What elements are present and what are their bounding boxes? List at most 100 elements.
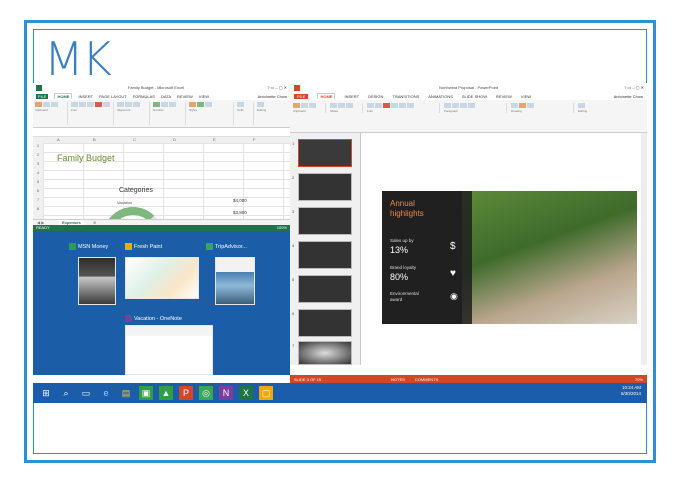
excel-tab-insert[interactable]: INSERT — [78, 94, 93, 99]
msn-money-thumbnail[interactable] — [78, 257, 116, 305]
excel-taskbar-icon[interactable]: X — [239, 386, 253, 400]
slide-thumbnail[interactable] — [298, 241, 352, 269]
excel-tab-file[interactable]: FILE — [36, 93, 49, 99]
excel-user[interactable]: Antoinette Chow — [258, 94, 287, 99]
excel-status-text: READY — [36, 225, 50, 230]
excel-tab-formulas[interactable]: FORMULAS — [133, 94, 155, 99]
fresh-paint-thumbnail[interactable] — [125, 257, 199, 299]
slide-thumbnail[interactable] — [298, 139, 352, 167]
ppt-group-editing: Editing — [578, 103, 600, 113]
search-icon[interactable]: ⌕ — [59, 386, 73, 400]
msn-money-taskbar-icon[interactable]: ▲ — [159, 386, 173, 400]
excel-zoom[interactable]: 100% — [277, 225, 287, 230]
slide-title: Annual highlights — [390, 199, 424, 218]
excel-tab-data[interactable]: DATA — [161, 94, 171, 99]
slide-editor[interactable]: Annual highlights Sales up by 13% $ Bran… — [370, 133, 642, 365]
comments-button[interactable]: COMMENTS — [415, 377, 438, 382]
ppt-ribbon-tabs: FILE HOME INSERT DESIGN TRANSITIONS ANIM… — [290, 92, 647, 100]
excel-group-styles: Styles — [189, 102, 234, 125]
fresh-paint-icon — [125, 243, 132, 250]
tripadvisor-icon — [206, 243, 213, 250]
stat-value: 80% — [390, 272, 409, 282]
internet-explorer-icon[interactable]: e — [99, 386, 113, 400]
ppt-tab-view[interactable]: VIEW — [521, 94, 531, 99]
ppt-app-icon — [294, 84, 300, 91]
excel-group-cells: Cells — [237, 102, 254, 125]
tripadvisor-taskbar-icon[interactable]: ◎ — [199, 386, 213, 400]
ppt-ribbon: Clipboard Slides Font Paragraph Drawing … — [290, 100, 647, 133]
slide-thumbnail[interactable] — [298, 207, 352, 235]
ppt-group-font: Font — [367, 103, 440, 113]
slide-thumbnail[interactable] — [298, 173, 352, 201]
excel-tab-home[interactable]: HOME — [54, 93, 73, 99]
ppt-group-slides: Slides — [330, 103, 363, 113]
ppt-tab-animations[interactable]: ANIMATIONS — [428, 94, 453, 99]
task-view: MSN Money Fresh Paint TripAdvisor... Vac… — [33, 231, 290, 375]
slide-photo — [462, 191, 637, 324]
excel-app-icon — [36, 84, 42, 91]
fresh-paint-taskbar-icon[interactable]: ▢ — [259, 386, 273, 400]
current-slide[interactable]: Annual highlights Sales up by 13% $ Bran… — [382, 191, 637, 324]
mk-logo: MK — [44, 32, 112, 86]
app-label-tripadvisor[interactable]: TripAdvisor... — [206, 243, 247, 250]
dollar-icon: $ — [450, 241, 456, 252]
excel-tab-view[interactable]: VIEW — [199, 94, 209, 99]
excel-tab-review[interactable]: REVIEW — [177, 94, 193, 99]
excel-group-font: Font — [71, 102, 114, 125]
msn-money-icon — [69, 243, 76, 250]
app-label-msn-money[interactable]: MSN Money — [69, 243, 108, 250]
tripadvisor-thumbnail[interactable] — [215, 257, 255, 305]
ppt-tab-file[interactable]: FILE — [294, 93, 309, 99]
notes-button[interactable]: NOTES — [391, 377, 405, 382]
taskbar: ⊞ ⌕ ▭ e ▤ ▣ ▲ P ◎ N X ▢ 10:24 AM 6/30/20… — [33, 383, 647, 403]
amount-cell[interactable]: $4,000 — [233, 198, 247, 203]
slide-thumbnail-pane[interactable]: 1 2 3 4 5 6 7 — [290, 133, 361, 365]
ppt-group-clipboard: Clipboard — [293, 103, 326, 113]
app-label-fresh-paint[interactable]: Fresh Paint — [125, 243, 162, 250]
excel-group-number: Number — [153, 102, 186, 125]
amount-cell[interactable]: $3,800 — [233, 210, 247, 215]
app-label-onenote[interactable]: Vacation - OneNote — [125, 315, 182, 322]
ppt-tab-insert[interactable]: INSERT — [344, 94, 359, 99]
onenote-icon — [125, 315, 132, 322]
slide-thumbnail[interactable] — [298, 275, 352, 303]
ppt-tab-design[interactable]: DESIGN — [368, 94, 383, 99]
heart-icon: ♥ — [450, 268, 456, 279]
slide-counter: SLIDE 3 OF 15 — [294, 376, 322, 382]
ppt-tab-slide-show[interactable]: SLIDE SHOW — [462, 94, 487, 99]
excel-group-editing: Editing — [257, 102, 273, 125]
chart-item-label: Vacation — [117, 200, 133, 205]
ppt-tab-home[interactable]: HOME — [317, 93, 336, 99]
window-controls-icon[interactable]: ? ▭ – ▢ ✕ — [624, 85, 644, 90]
slide-thumbnail[interactable] — [298, 341, 352, 365]
ppt-title: Northwind Proposal - PowerPoint — [439, 85, 498, 90]
stat-label: Sales up by — [390, 238, 414, 243]
excel-tab-page-layout[interactable]: PAGE LAYOUT — [99, 94, 127, 99]
powerpoint-taskbar-icon[interactable]: P — [179, 386, 193, 400]
ppt-zoom[interactable]: 70% — [635, 377, 643, 382]
ppt-tab-transitions[interactable]: TRANSITIONS — [392, 94, 419, 99]
excel-group-alignment: Alignment — [117, 102, 150, 125]
ppt-user[interactable]: Antoinette Chow — [614, 94, 643, 99]
stat-label: award — [390, 297, 403, 302]
slide-thumbnail[interactable] — [298, 309, 352, 337]
formula-bar[interactable] — [33, 128, 290, 137]
ppt-tab-review[interactable]: REVIEW — [496, 94, 512, 99]
windows-start-icon[interactable]: ⊞ — [39, 386, 53, 400]
chart-title: Categories — [119, 187, 153, 194]
store-icon[interactable]: ▣ — [139, 386, 153, 400]
stat-value: 13% — [390, 245, 409, 255]
task-view-icon[interactable]: ▭ — [79, 386, 93, 400]
system-tray[interactable]: 10:24 AM 6/30/2014 — [621, 385, 641, 397]
ppt-status-bar: SLIDE 3 OF 15 NOTES COMMENTS 70% — [290, 375, 647, 383]
ppt-titlebar: Northwind Proposal - PowerPoint ? ▭ – ▢ … — [290, 83, 647, 92]
vertical-scrollbar[interactable] — [641, 133, 647, 365]
window-controls-icon[interactable]: ? ▭ – ▢ ✕ — [267, 85, 287, 90]
onenote-thumbnail[interactable] — [125, 325, 213, 375]
ppt-group-drawing: Drawing — [511, 103, 574, 113]
file-explorer-icon[interactable]: ▤ — [119, 386, 133, 400]
stat-label: Environmental — [390, 291, 419, 296]
excel-window: Family Budget - Microsoft Excel ? ▭ – ▢ … — [33, 83, 291, 237]
globe-icon: ◉ — [450, 291, 458, 301]
onenote-taskbar-icon[interactable]: N — [219, 386, 233, 400]
